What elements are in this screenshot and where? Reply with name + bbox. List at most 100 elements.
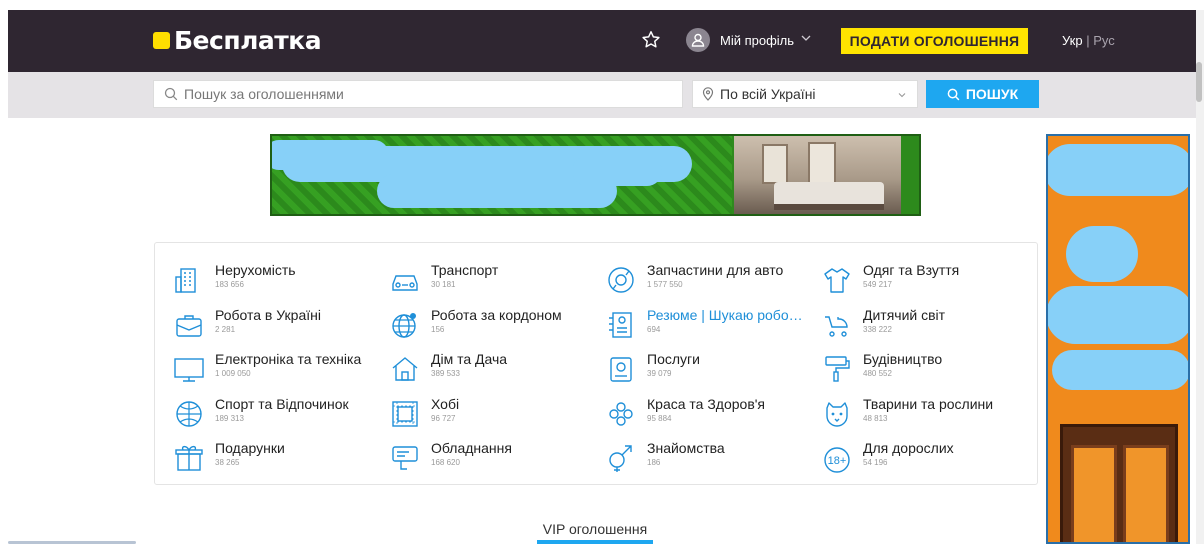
category-count: 156	[431, 325, 445, 334]
lang-ukr-link[interactable]: Укр	[1062, 33, 1083, 48]
top-header: Бесплатка Мій профіль ПОДАТИ ОГОЛОШЕННЯ …	[8, 10, 1196, 72]
category-name: Дитячий світ	[863, 307, 946, 323]
shirt-icon	[824, 268, 850, 293]
category-count: 186	[647, 458, 661, 467]
category-name: Резюме | Шукаю робо…	[647, 307, 803, 323]
location-select[interactable]: По всій Україні	[692, 80, 918, 108]
redaction-blob	[1066, 226, 1138, 282]
category-hobby[interactable]: Хобі 96 727	[389, 396, 599, 430]
chevron-down-icon[interactable]	[800, 32, 812, 44]
redaction-blob	[1052, 350, 1188, 390]
chevron-down-icon	[898, 93, 906, 98]
category-count: 168 620	[431, 458, 460, 467]
door-panel	[1123, 445, 1169, 542]
category-electronics[interactable]: Електроніка та техніка 1 009 050	[173, 351, 383, 385]
category-resume[interactable]: Резюме | Шукаю робо… 694	[605, 307, 815, 341]
search-button-label: ПОШУК	[965, 86, 1019, 102]
category-animals-plants[interactable]: Тварини та рослини 48 813	[821, 396, 1031, 430]
post-ad-button[interactable]: ПОДАТИ ОГОЛОШЕННЯ	[841, 28, 1028, 54]
category-dating[interactable]: Знайомства 186	[605, 440, 815, 474]
category-sport[interactable]: Спорт та Відпочинок 189 313	[173, 396, 383, 430]
category-name: Тварини та рослини	[863, 396, 994, 412]
category-home-garden[interactable]: Дім та Дача 389 533	[389, 351, 599, 385]
category-name: Краса та Здоров'я	[647, 396, 766, 412]
gift-icon	[175, 445, 203, 471]
favorites-star-icon[interactable]	[640, 29, 662, 51]
category-name: Обладнання	[431, 440, 512, 456]
categories-grid: Нерухомість 183 656 Транспорт 30 181 Зап…	[154, 242, 1038, 485]
house-icon	[392, 357, 418, 381]
category-count: 189 313	[215, 414, 244, 423]
category-count: 338 222	[863, 325, 892, 334]
lang-separator: |	[1086, 33, 1090, 48]
pet-icon	[826, 402, 848, 427]
category-count: 183 656	[215, 280, 244, 289]
category-equipment[interactable]: Обладнання 168 620	[389, 440, 599, 474]
category-auto-parts[interactable]: Запчастини для авто 1 577 550	[605, 262, 815, 296]
dating-icon	[609, 445, 632, 472]
category-construction[interactable]: Будівництво 480 552	[821, 351, 1031, 385]
door-panel	[1071, 445, 1117, 542]
beauty-icon	[609, 402, 633, 426]
category-count: 54 196	[863, 458, 888, 467]
category-kids[interactable]: Дитячий світ 338 222	[821, 307, 1031, 341]
category-clothes[interactable]: Одяг та Взуття 549 217	[821, 262, 1031, 296]
briefcase-icon	[176, 315, 202, 337]
category-name: Робота за кордоном	[431, 307, 562, 323]
search-bar: По всій Україні ПОШУК	[8, 72, 1196, 118]
category-count: 2 281	[215, 325, 236, 334]
scrollbar-thumb[interactable]	[1196, 62, 1202, 102]
category-count: 48 813	[863, 414, 888, 423]
category-name: Транспорт	[431, 262, 499, 278]
category-jobs-ukraine[interactable]: Робота в Україні 2 281	[173, 307, 383, 341]
search-field[interactable]	[153, 80, 683, 108]
category-transport[interactable]: Транспорт 30 181	[389, 262, 599, 296]
location-value: По всій Україні	[720, 86, 816, 102]
ball-icon	[176, 401, 202, 427]
logo-square	[153, 32, 170, 49]
stroller-icon	[825, 316, 848, 337]
right-sidebar-ad[interactable]	[1046, 134, 1190, 544]
category-count: 694	[647, 325, 661, 334]
category-real-estate[interactable]: Нерухомість 183 656	[173, 262, 383, 296]
category-count: 1 577 550	[647, 280, 683, 289]
room-window	[808, 142, 836, 184]
services-icon	[610, 357, 632, 382]
building-icon	[175, 268, 196, 293]
door-image	[1060, 424, 1178, 542]
category-services[interactable]: Послуги 39 079	[605, 351, 815, 385]
search-icon	[164, 87, 178, 101]
category-name: Подарунки	[215, 440, 285, 456]
parts-icon	[608, 267, 634, 293]
car-icon	[392, 275, 418, 291]
lang-rus-link[interactable]: Рус	[1093, 33, 1115, 48]
category-name: Дім та Дача	[431, 351, 508, 367]
category-name: Послуги	[647, 351, 700, 367]
category-count: 549 217	[863, 280, 892, 289]
category-jobs-abroad[interactable]: Робота за кордоном 156	[389, 307, 599, 341]
category-count: 480 552	[863, 369, 892, 378]
category-beauty-health[interactable]: Краса та Здоров'я 95 884	[605, 396, 815, 430]
search-icon	[947, 88, 960, 100]
site-logo[interactable]: Бесплатка	[153, 26, 322, 55]
profile-menu-label[interactable]: Мій профіль	[720, 33, 794, 48]
resume-icon	[609, 312, 632, 338]
category-name: Для дорослих	[863, 440, 954, 456]
room-window	[762, 144, 788, 184]
category-count: 96 727	[431, 414, 456, 423]
category-name: Одяг та Взуття	[863, 262, 960, 278]
search-button[interactable]: ПОШУК	[926, 80, 1039, 108]
search-input[interactable]	[184, 86, 664, 102]
banner-room-photo	[734, 136, 904, 214]
vip-tab-underline	[537, 540, 653, 544]
language-switcher: Укр | Рус	[1062, 33, 1115, 48]
category-name: Робота в Україні	[215, 307, 321, 323]
category-count: 38 265	[215, 458, 240, 467]
vip-section-title[interactable]: VIP оголошення	[520, 521, 670, 537]
page-scrollbar[interactable]	[1196, 10, 1204, 544]
category-gifts[interactable]: Подарунки 38 265	[173, 440, 383, 474]
category-name: Спорт та Відпочинок	[215, 396, 349, 412]
top-banner-ad[interactable]	[270, 134, 921, 216]
avatar[interactable]	[686, 28, 710, 52]
category-adult[interactable]: 18+ Для дорослих 54 196	[821, 440, 1031, 474]
